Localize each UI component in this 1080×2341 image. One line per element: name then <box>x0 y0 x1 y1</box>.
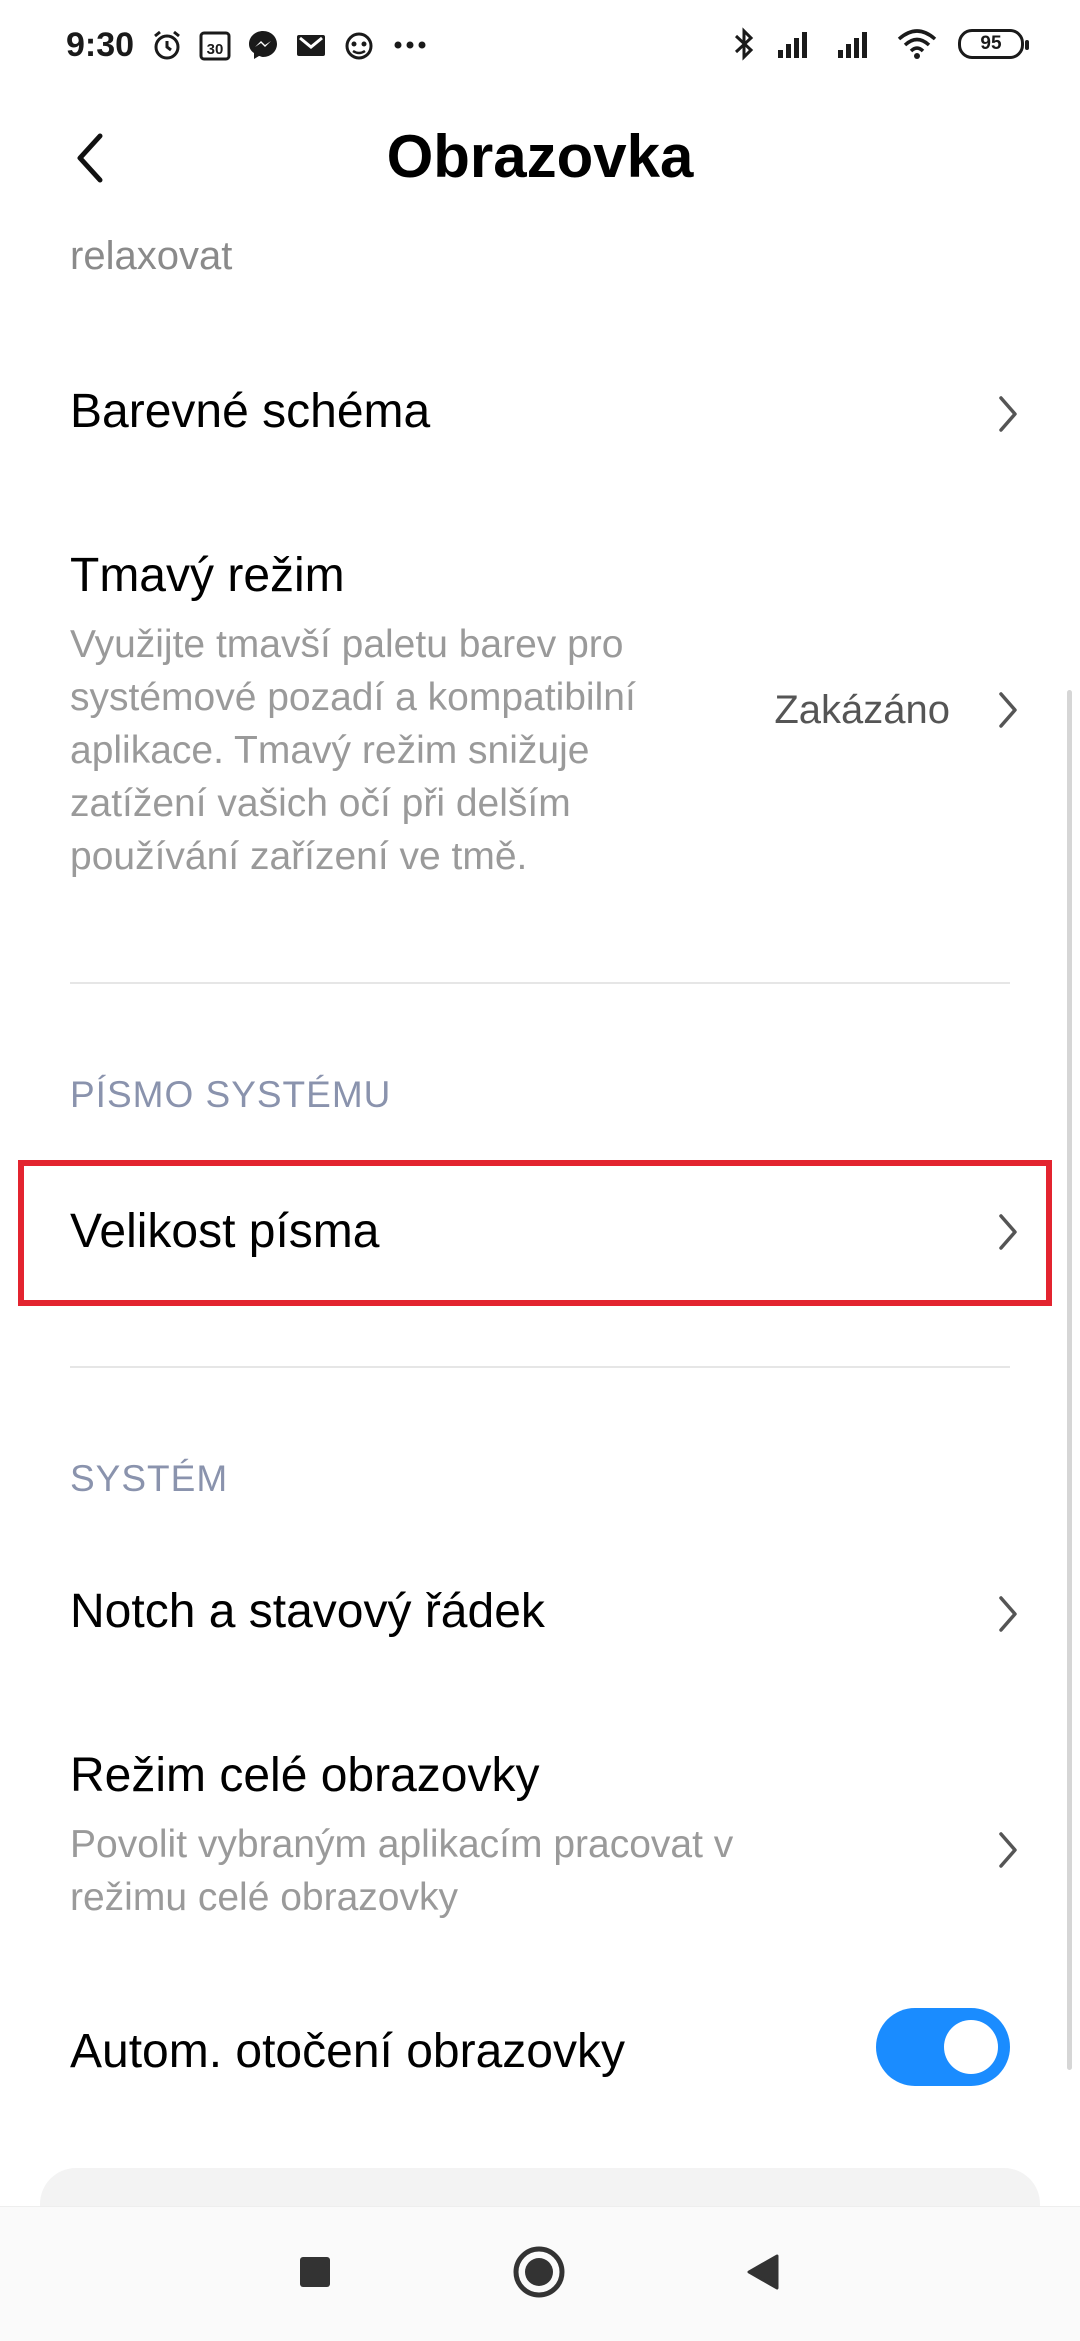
alarm-icon <box>154 30 180 60</box>
scrollbar[interactable] <box>1067 690 1072 2070</box>
partial-description: relaxovat <box>70 234 233 278</box>
chevron-right-icon <box>988 394 1028 434</box>
section-header-system: SYSTÉM <box>70 1458 229 1499</box>
status-time: 9:30 <box>66 26 135 64</box>
dark-mode-value: Zakázáno <box>774 688 950 732</box>
auto-rotate-toggle[interactable] <box>876 2008 1010 2086</box>
dark-mode-description: Využijte tmavší paletu barev pro systémo… <box>70 623 636 878</box>
recents-button[interactable] <box>280 2237 350 2307</box>
chevron-right-icon <box>988 1830 1028 1870</box>
calendar-icon: 30 <box>199 31 231 61</box>
auto-rotate-row[interactable]: Autom. otočení obrazovky <box>0 2000 1080 2110</box>
battery-icon: 95 <box>958 29 1029 59</box>
section-header-font: PÍSMO SYSTÉMU <box>70 1074 392 1115</box>
notch-title: Notch a stavový řádek <box>70 1585 545 1638</box>
back-nav-button[interactable] <box>728 2237 798 2307</box>
signal-icon-2 <box>838 32 867 58</box>
chevron-right-icon <box>988 1594 1028 1634</box>
divider <box>70 982 1010 984</box>
bluetooth-icon <box>734 27 754 61</box>
more-icon <box>394 41 426 49</box>
divider <box>70 1366 1010 1368</box>
battery-level: 95 <box>980 33 1002 54</box>
signal-icon-1 <box>778 32 807 58</box>
page-title: Obrazovka <box>386 123 694 190</box>
triangle-back-icon <box>747 2254 779 2290</box>
fullscreen-row[interactable]: Režim celé obrazovky Povolit vybraným ap… <box>0 1740 1080 1930</box>
wifi-icon <box>897 29 937 59</box>
status-bar: 9:30 30 95 <box>0 0 1080 100</box>
navigation-bar <box>0 2206 1080 2341</box>
toggle-knob <box>944 2020 998 2074</box>
gmail-icon <box>297 35 325 56</box>
home-circle-icon <box>513 2246 565 2298</box>
highlight-box <box>18 1160 1052 1306</box>
color-scheme-row[interactable]: Barevné schéma <box>0 360 1080 470</box>
color-scheme-title: Barevné schéma <box>70 385 431 438</box>
dark-mode-row[interactable]: Tmavý režim Využijte tmavší paletu barev… <box>0 540 1080 900</box>
fullscreen-title: Režim celé obrazovky <box>70 1749 540 1802</box>
auto-rotate-title: Autom. otočení obrazovky <box>70 2025 625 2078</box>
dark-mode-title: Tmavý režim <box>70 549 345 602</box>
home-button[interactable] <box>504 2237 574 2307</box>
notch-row[interactable]: Notch a stavový řádek <box>0 1560 1080 1670</box>
app-icon <box>345 32 373 60</box>
messenger-icon <box>249 31 277 59</box>
chevron-right-icon <box>988 690 1028 730</box>
header: Obrazovka <box>0 100 1080 220</box>
square-icon <box>300 2257 330 2287</box>
fullscreen-description: Povolit vybraným aplikacím pracovat v re… <box>70 1823 734 1919</box>
calendar-day: 30 <box>207 41 224 58</box>
